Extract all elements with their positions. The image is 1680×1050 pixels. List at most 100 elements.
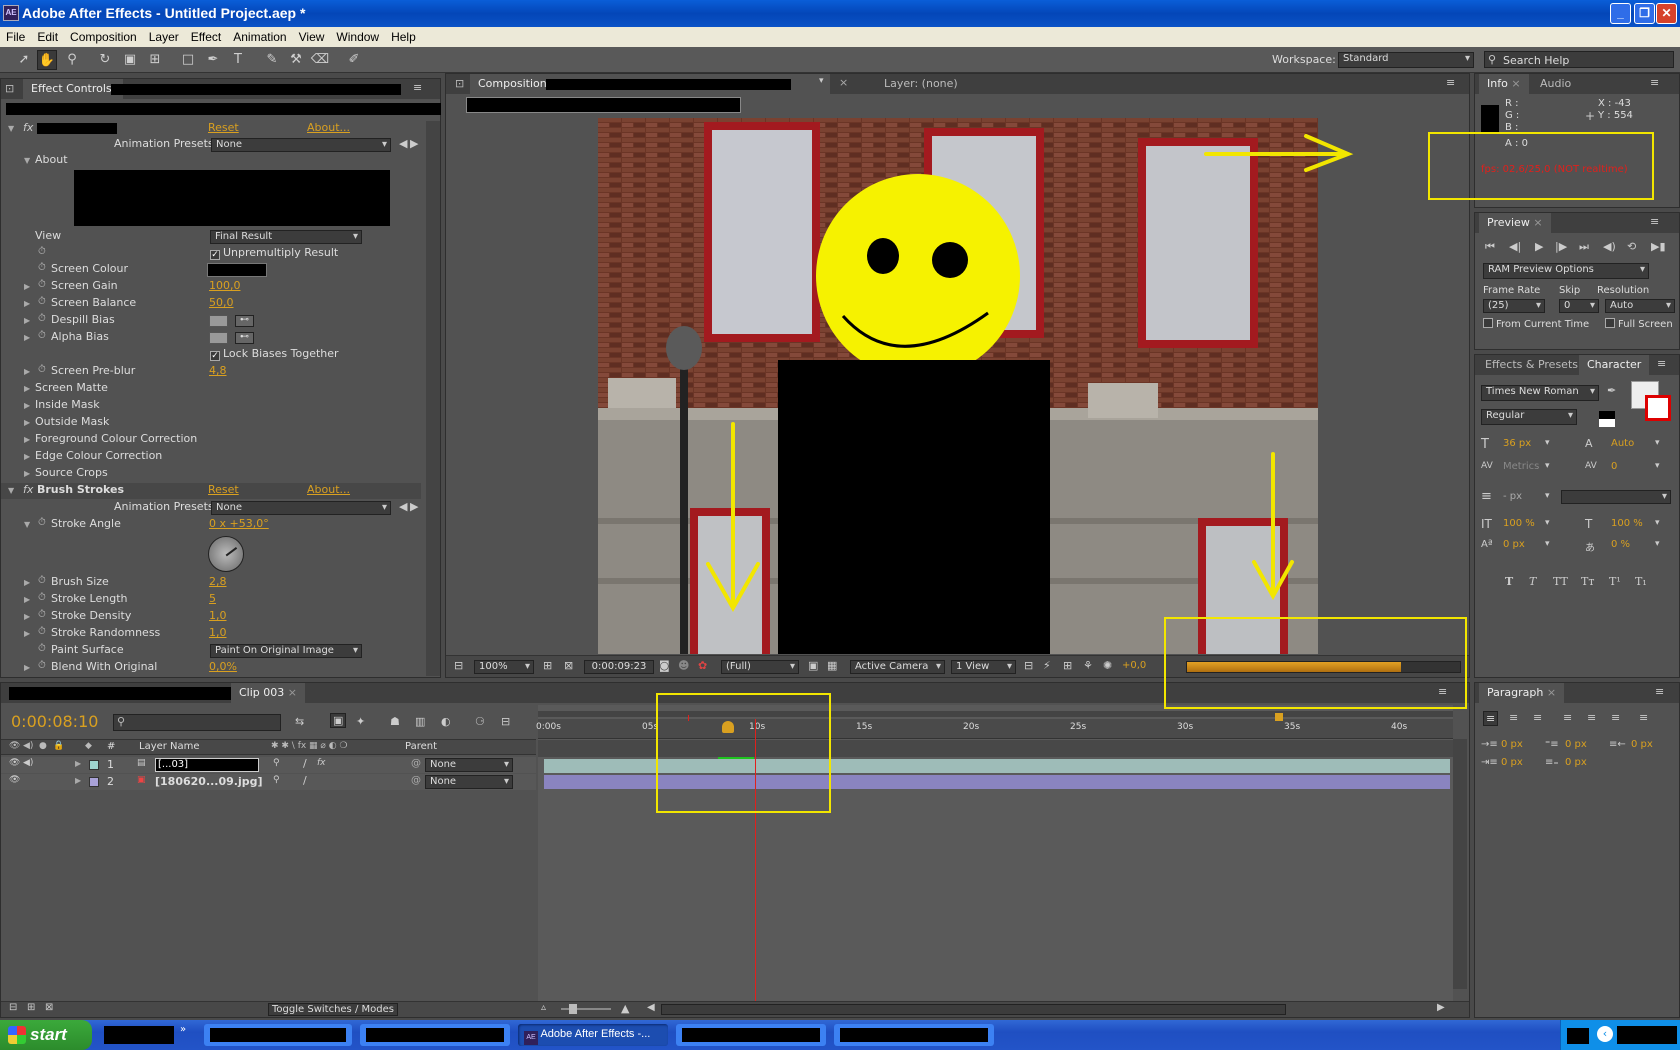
channel-icon[interactable]: ✿ (698, 659, 707, 672)
transparency-grid-icon[interactable]: ▦ (827, 659, 837, 672)
panel-menu-icon[interactable]: ≡ (413, 81, 422, 94)
superscript-button[interactable]: T¹ (1609, 575, 1621, 588)
exposure-value[interactable]: +0,0 (1122, 660, 1146, 671)
eye-icon[interactable]: 👁 (9, 775, 20, 785)
mask-visibility-icon[interactable]: ⊠ (564, 659, 573, 672)
stopwatch-icon[interactable]: ⏱ (38, 626, 46, 637)
label-icon[interactable]: ◆ (85, 741, 92, 751)
stopwatch-icon[interactable]: ⏱ (38, 313, 46, 324)
zoom-tool-icon[interactable]: ⚲ (62, 50, 82, 70)
resolution-dropdown[interactable]: (Full) (721, 660, 799, 674)
solo-icon[interactable]: ● (39, 741, 47, 751)
expand-in-out-icon[interactable]: ⊠ (45, 1002, 53, 1013)
stroke-randomness-value[interactable]: 1,0 (209, 626, 227, 639)
taskbar-item-5[interactable] (834, 1024, 994, 1046)
prev-preset-icon[interactable]: ◀ (399, 137, 407, 150)
timeline-current-time[interactable]: 0:00:08:10 (11, 712, 98, 731)
timeline-layer-row-2[interactable]: 👁 ▶ 2 ▣ [180620...09.jpg] ⚲ / @ None (1, 774, 536, 790)
stroke-color-swatch[interactable] (1645, 395, 1671, 421)
fx-icon[interactable]: fx (23, 121, 33, 134)
panel-menu-icon[interactable]: ≡ (1650, 215, 1659, 228)
pickwhip-icon[interactable]: @ (411, 775, 421, 786)
tab-paragraph[interactable]: Paragraph × (1479, 683, 1565, 703)
menu-layer[interactable]: Layer (143, 27, 185, 44)
eraser-tool-icon[interactable]: ⌫ (310, 50, 330, 70)
puppet-pin-tool-icon[interactable]: ✐ (344, 50, 364, 70)
motion-blur-icon[interactable]: ◐ (441, 715, 451, 728)
hide-shy-layers-icon[interactable]: ☗ (390, 715, 400, 728)
frame-rate-dropdown[interactable]: (25) (1483, 299, 1545, 313)
fg-colour-row[interactable]: ▶ Foreground Colour Correction (1, 432, 421, 448)
screen-preblur-value[interactable]: 4,8 (209, 364, 227, 377)
zoom-slider[interactable] (561, 1004, 611, 1014)
twirl-closed-icon[interactable]: ▶ (24, 282, 30, 291)
taskbar-item-after-effects[interactable]: AE Adobe After Effects -... (518, 1024, 668, 1046)
live-update-icon[interactable]: ▣ (330, 713, 347, 728)
tab-close-icon[interactable]: × (1547, 686, 1556, 699)
stopwatch-icon[interactable]: ⏱ (38, 517, 46, 528)
space-before-value[interactable]: 0 px (1565, 739, 1587, 750)
timeline-layer-row-1[interactable]: 👁 ◀) ▶ 1 ▤ [...03] ⚲ / fx @ None (1, 757, 536, 773)
indent-first-value[interactable]: 0 px (1501, 757, 1523, 768)
subscript-button[interactable]: T₁ (1635, 575, 1647, 588)
pan-behind-tool-icon[interactable]: ⊞ (145, 50, 165, 70)
chevron-down-icon[interactable]: ▾ (1545, 491, 1550, 501)
toggle-switches-modes-button[interactable]: Toggle Switches / Modes (268, 1003, 398, 1016)
expand-transfer-controls-icon[interactable]: ⊞ (27, 1002, 35, 1013)
eyedropper-icon[interactable]: ⊷ (235, 315, 254, 327)
twirl-closed-icon[interactable]: ▶ (24, 435, 30, 444)
rectangle-tool-icon[interactable]: □ (178, 50, 198, 70)
pen-tool-icon[interactable]: ✒ (203, 50, 223, 70)
stopwatch-icon[interactable]: ⏱ (38, 262, 46, 273)
baseline-shift-value[interactable]: 0 px (1503, 539, 1525, 550)
current-time-field[interactable]: 0:00:09:23 (584, 660, 654, 674)
minimize-icon[interactable]: _ (1610, 3, 1631, 24)
panel-lock-icon[interactable]: ⊡ (5, 82, 14, 95)
snapshot-icon[interactable]: ◙ (659, 659, 670, 672)
taskbar-item-4[interactable] (676, 1024, 826, 1046)
stopwatch-icon[interactable]: ⏱ (38, 643, 46, 654)
effect1-about-link[interactable]: About... (307, 121, 350, 134)
flowchart-icon[interactable]: ⚘ (1083, 659, 1093, 672)
stroke-style-dropdown[interactable] (1561, 490, 1671, 504)
twirl-closed-icon[interactable]: ▶ (24, 663, 30, 672)
twirl-closed-icon[interactable]: ▶ (24, 384, 30, 393)
effect2-about-link[interactable]: About... (307, 483, 350, 496)
eye-icon[interactable]: 👁 (9, 758, 20, 768)
justify-left-icon[interactable]: ≡ (1563, 711, 1572, 724)
brainstorm-icon[interactable]: ⊟ (501, 715, 510, 728)
effect1-presets-dropdown[interactable]: None (211, 138, 391, 152)
tab-timeline-clip[interactable]: Clip 003 × (231, 683, 305, 703)
menu-view[interactable]: View (293, 27, 331, 44)
stopwatch-icon[interactable]: ⏱ (38, 246, 46, 257)
selection-tool-icon[interactable]: ➚ (14, 50, 34, 70)
screen-colour-swatch[interactable] (207, 263, 267, 277)
zoom-in-icon[interactable]: ▲ (621, 1002, 629, 1015)
menu-edit[interactable]: Edit (31, 27, 64, 44)
parent-dropdown-2[interactable]: None (425, 775, 513, 789)
view-dropdown[interactable]: Final Result (210, 230, 362, 244)
skip-dropdown[interactable]: 0 (1559, 299, 1599, 313)
alpha-bias-swatch[interactable] (209, 332, 228, 344)
type-tool-icon[interactable]: T (228, 50, 248, 70)
lock-icon[interactable]: 🔒 (53, 741, 64, 751)
menu-file[interactable]: File (0, 27, 31, 44)
twirl-closed-icon[interactable]: ▶ (24, 316, 30, 325)
align-left-icon[interactable]: ≡ (1483, 711, 1499, 726)
audio-icon[interactable]: ◀) (23, 741, 33, 751)
indent-right-value[interactable]: 0 px (1631, 739, 1653, 750)
twirl-closed-icon[interactable]: ▶ (24, 367, 30, 376)
toggle-pixel-aspect-icon[interactable]: ⊟ (1024, 659, 1033, 672)
twirl-closed-icon[interactable]: ▶ (24, 595, 30, 604)
effect-controls-scrollbar[interactable] (426, 121, 440, 676)
menu-animation[interactable]: Animation (227, 27, 292, 44)
despill-bias-swatch[interactable] (209, 315, 228, 327)
hand-tool-icon[interactable]: ✋ (37, 50, 57, 70)
layer-search-field[interactable]: ⚲ (113, 714, 281, 731)
chevron-down-icon[interactable]: ▾ (1655, 518, 1660, 528)
paint-surface-dropdown[interactable]: Paint On Original Image (210, 644, 362, 658)
twirl-closed-icon[interactable]: ▶ (24, 401, 30, 410)
fx-switch-icon[interactable]: fx (317, 758, 326, 768)
space-after-value[interactable]: 0 px (1565, 757, 1587, 768)
title-action-safe-icon[interactable]: ⊞ (543, 659, 552, 672)
